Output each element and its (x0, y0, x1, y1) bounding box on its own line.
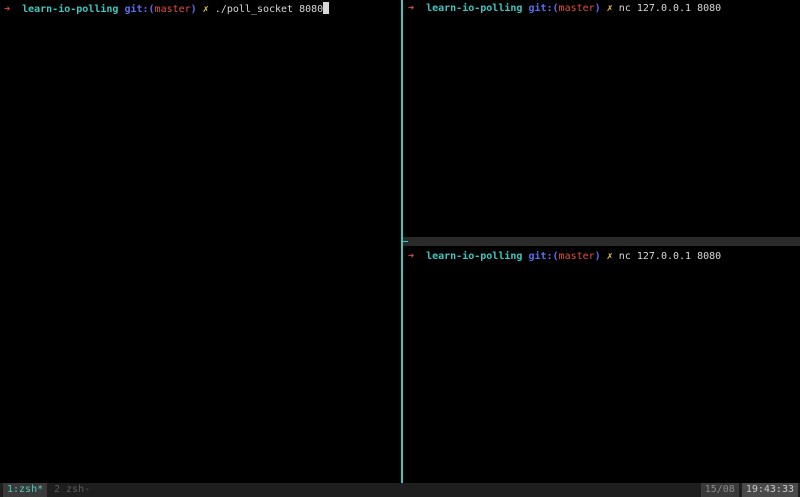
terminal-cursor (323, 2, 330, 14)
window-tab[interactable]: 2 zsh- (50, 483, 94, 497)
prompt-git-prefix: git:( (124, 4, 155, 15)
command-text: nc 127.0.0.1 8080 (618, 251, 722, 262)
status-time: 19:43:33 (741, 483, 798, 497)
prompt-directory: learn-io-polling (426, 251, 523, 262)
tmux-status-bar: 1:zsh* 2 zsh- 15/08 19:43:33 (0, 483, 800, 497)
prompt-arrow-icon: ➜ (4, 4, 11, 15)
prompt-git-branch: master (558, 251, 595, 262)
prompt-git-prefix: git:( (528, 3, 559, 14)
prompt-line: ➜ learn-io-polling git:(master) ✗ nc 127… (408, 250, 721, 264)
prompt-arrow-icon: ➜ (408, 251, 415, 262)
prompt-line: ➜ learn-io-polling git:(master) ✗ nc 127… (408, 2, 721, 16)
prompt-line: ➜ learn-io-polling git:(master) ✗ ./poll… (4, 2, 330, 17)
pane-top-right[interactable]: ➜ learn-io-polling git:(master) ✗ nc 127… (404, 0, 800, 236)
prompt-git-branch: master (558, 3, 595, 14)
prompt-git-suffix: ) (190, 4, 197, 15)
tmux-terminal-window: ➜ learn-io-polling git:(master) ✗ ./poll… (0, 0, 800, 497)
command-text: ./poll_socket 8080 (214, 4, 324, 15)
prompt-arrow-icon: ➜ (408, 3, 415, 14)
pane-bottom-right[interactable]: ➜ learn-io-polling git:(master) ✗ nc 127… (404, 248, 800, 483)
command-text: nc 127.0.0.1 8080 (618, 3, 722, 14)
prompt-directory: learn-io-polling (22, 4, 119, 15)
prompt-git-prefix: git:( (528, 251, 559, 262)
prompt-dirty-icon: ✗ (606, 3, 613, 14)
status-date: 15/08 (700, 483, 739, 497)
prompt-git-branch: master (154, 4, 191, 15)
prompt-dirty-icon: ✗ (202, 4, 209, 15)
divider-active-mark (403, 241, 408, 242)
pane-divider-horizontal[interactable] (403, 237, 800, 246)
prompt-git-suffix: ) (594, 251, 601, 262)
prompt-dirty-icon: ✗ (606, 251, 613, 262)
window-tab-active[interactable]: 1:zsh* (3, 483, 48, 497)
status-right: 15/08 19:43:33 (700, 483, 798, 497)
prompt-directory: learn-io-polling (426, 3, 523, 14)
pane-left[interactable]: ➜ learn-io-polling git:(master) ✗ ./poll… (0, 0, 400, 483)
prompt-git-suffix: ) (594, 3, 601, 14)
